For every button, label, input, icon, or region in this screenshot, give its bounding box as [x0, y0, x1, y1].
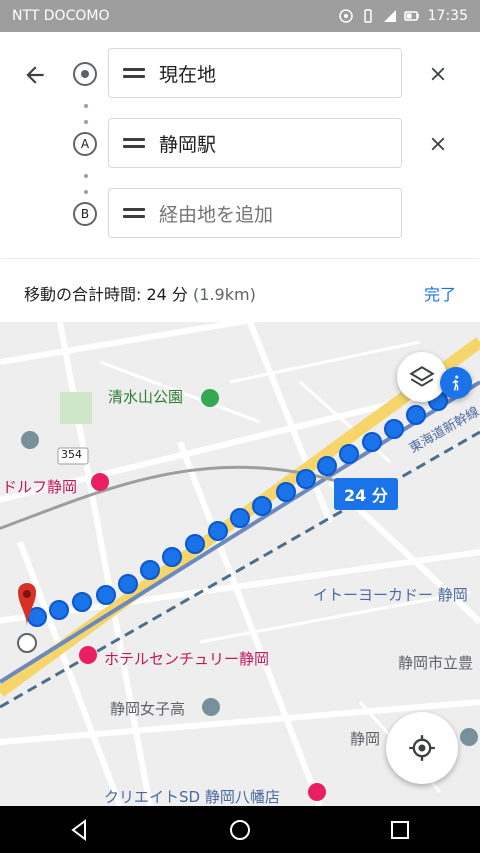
map-label-city-office: 静岡市立豊	[398, 654, 474, 672]
carrier-label: NTT DOCOMO	[12, 8, 110, 24]
map-label-hotel1: ドルフ静岡	[2, 478, 78, 496]
route-number-354: 354	[61, 448, 82, 461]
back-nav-icon[interactable]	[68, 818, 92, 842]
android-nav-bar	[0, 806, 480, 853]
map-label-shizuoka: 静岡	[350, 730, 381, 748]
layers-icon	[409, 366, 435, 387]
map-label-pharmacy: クリエイトSD 静岡八幡店	[104, 788, 280, 806]
status-icons	[338, 8, 420, 24]
location-icon	[338, 9, 353, 23]
signal-icon	[383, 10, 396, 22]
my-location-button[interactable]	[386, 712, 458, 784]
status-time: 17:35	[427, 8, 468, 24]
home-nav-icon[interactable]	[228, 818, 252, 842]
map-label-park: 清水山公園	[108, 388, 184, 406]
walking-icon	[452, 375, 459, 391]
add-waypoint-placeholder: 経由地を追加	[159, 203, 274, 226]
remove-origin-button[interactable]	[424, 60, 452, 88]
drag-handle-icon[interactable]	[123, 138, 145, 148]
layers-button[interactable]	[397, 352, 447, 402]
recents-nav-icon[interactable]	[388, 818, 412, 842]
remove-destination-button[interactable]	[424, 130, 452, 158]
waypoint-row: B 経由地を追加	[0, 188, 480, 240]
done-button[interactable]: 完了	[424, 281, 456, 305]
close-icon	[431, 67, 445, 81]
origin-marker-icon	[73, 62, 97, 86]
waypoint-b-marker-icon: B	[73, 202, 97, 226]
status-right: 17:35	[338, 8, 468, 24]
origin-value: 現在地	[159, 63, 217, 86]
route-duration-badge: 24 分	[334, 478, 398, 510]
add-waypoint-field[interactable]: 経由地を追加	[108, 188, 402, 238]
my-location-icon	[409, 735, 435, 761]
origin-field[interactable]: 現在地	[108, 48, 402, 98]
destination-value: 静岡駅	[159, 133, 217, 156]
route-distance: (1.9km)	[193, 285, 256, 304]
walking-mode-button[interactable]	[440, 367, 472, 399]
map-label-school: 静岡女子高	[110, 700, 186, 718]
drag-handle-icon[interactable]	[123, 208, 145, 218]
status-bar: NTT DOCOMO 17:35	[0, 0, 480, 32]
map-label-store: イトーヨーカドー 静岡	[313, 586, 468, 604]
directions-panel: 現在地 A 静岡駅 B 経由地を追加	[0, 32, 480, 258]
waypoint-a-marker-icon: A	[73, 132, 97, 156]
map-view[interactable]: 清水山公園 ドルフ静岡 ホテルセンチュリー静岡 イトーヨーカドー 静岡 静岡女子…	[0, 322, 480, 806]
total-time: 移動の合計時間: 24 分 (1.9km)	[24, 281, 256, 305]
origin-row: 現在地	[0, 48, 480, 100]
destination-row: A 静岡駅	[0, 118, 480, 170]
destination-field[interactable]: 静岡駅	[108, 118, 402, 168]
map-label-hotel2: ホテルセンチュリー静岡	[104, 650, 270, 668]
close-icon	[431, 137, 445, 151]
drag-handle-icon[interactable]	[123, 68, 145, 78]
route-summary: 移動の合計時間: 24 分 (1.9km) 完了	[0, 258, 480, 323]
vibrate-icon	[363, 9, 372, 23]
total-time-label: 移動の合計時間: 24 分	[24, 285, 188, 304]
battery-icon	[403, 11, 419, 21]
